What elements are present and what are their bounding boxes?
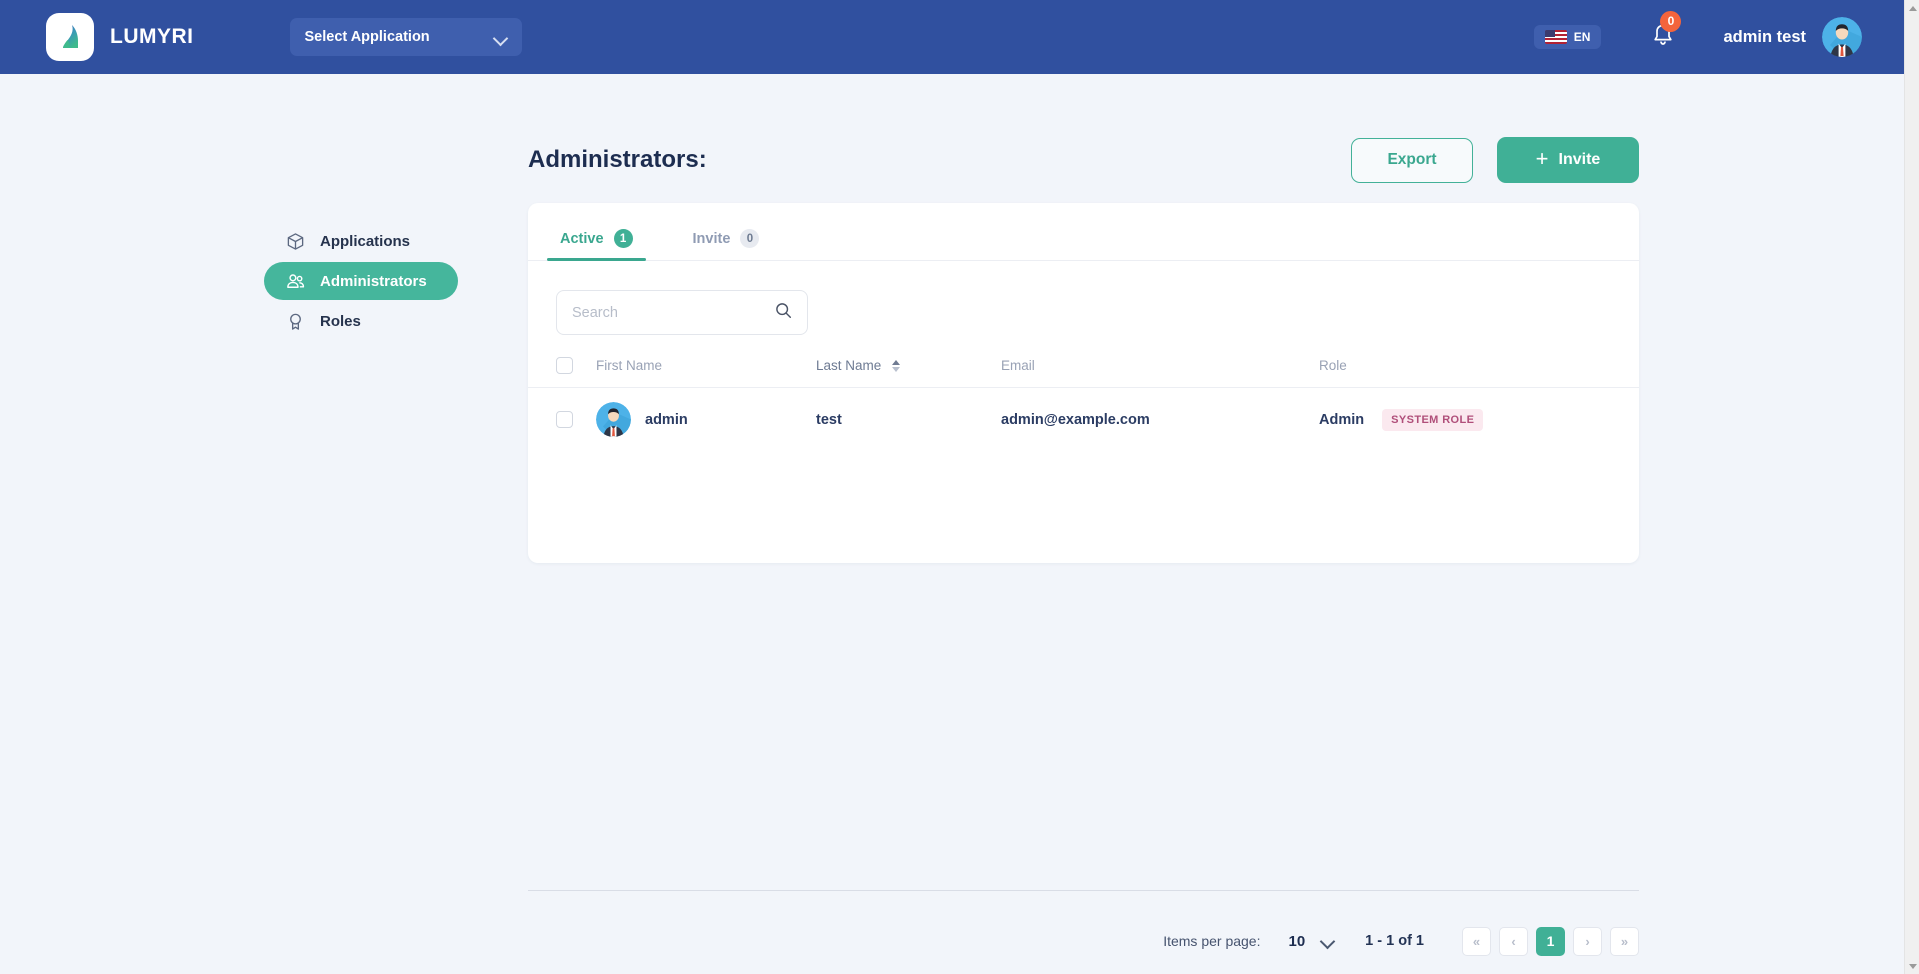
lumyri-leaf-logo-icon xyxy=(46,13,94,61)
app-root: LUMYRI Select Application EN 0 admin tes… xyxy=(0,0,1919,974)
page-actions: Export + Invite xyxy=(1351,137,1639,183)
items-per-page-value[interactable]: 10 xyxy=(1288,933,1305,950)
column-header-last-name-label: Last Name xyxy=(816,358,882,373)
scroll-down-icon[interactable] xyxy=(1905,958,1919,974)
language-code: EN xyxy=(1573,30,1591,44)
export-button-label: Export xyxy=(1387,151,1437,168)
sidebar: Applications Administrators Roles xyxy=(264,222,464,342)
users-icon xyxy=(284,270,306,292)
row-first-name: admin xyxy=(645,411,688,428)
chevron-down-icon xyxy=(494,31,507,44)
tab-label: Active xyxy=(560,230,604,247)
tabs: Active 1 Invite 0 xyxy=(528,203,1639,261)
cell-first-name: admin xyxy=(596,388,816,452)
first-page-button[interactable]: « xyxy=(1462,926,1491,956)
user-name[interactable]: admin test xyxy=(1723,28,1806,47)
sidebar-item-label: Roles xyxy=(320,312,361,330)
column-header-first-name[interactable]: First Name xyxy=(596,357,816,388)
app-select-dropdown[interactable]: Select Application xyxy=(289,18,522,56)
tab-label: Invite xyxy=(692,230,731,247)
language-selector[interactable]: EN xyxy=(1533,25,1602,49)
footer-divider xyxy=(528,890,1639,891)
table-row[interactable]: admin test admin@example.com Admin SYSTE… xyxy=(528,388,1639,452)
column-header-email[interactable]: Email xyxy=(1001,357,1319,388)
tab-active[interactable]: Active 1 xyxy=(547,229,646,261)
page-title: Administrators: xyxy=(528,146,707,173)
page-scrollbar[interactable] xyxy=(1904,0,1919,974)
box-icon xyxy=(284,230,306,252)
row-select-cell xyxy=(528,388,596,452)
page-button-1[interactable]: 1 xyxy=(1536,926,1565,956)
us-flag-icon xyxy=(1544,30,1567,44)
notifications-button[interactable]: 0 xyxy=(1651,10,1682,53)
table-header-row: First Name Last Name Email Role xyxy=(528,357,1639,388)
search-box[interactable] xyxy=(556,290,808,335)
pagination: Items per page: 10 1 - 1 of 1 « ‹ 1 › » xyxy=(528,924,1639,958)
sidebar-item-label: Administrators xyxy=(320,272,427,290)
next-page-button[interactable]: › xyxy=(1573,926,1602,956)
sidebar-item-applications[interactable]: Applications xyxy=(264,222,464,260)
tab-badge: 1 xyxy=(613,229,633,248)
items-per-page-label: Items per page: xyxy=(1163,933,1261,949)
search-icon[interactable] xyxy=(775,302,792,324)
invite-button-label: Invite xyxy=(1558,151,1601,168)
sort-icon[interactable] xyxy=(892,360,901,373)
status-badge: SYSTEM ROLE xyxy=(1382,408,1484,431)
pager-buttons: « ‹ 1 › » xyxy=(1462,926,1639,956)
sidebar-item-roles[interactable]: Roles xyxy=(264,302,464,340)
row-email: admin@example.com xyxy=(1001,411,1150,428)
avatar[interactable] xyxy=(1822,17,1862,57)
sidebar-item-label: Applications xyxy=(320,232,411,250)
notification-count-badge: 0 xyxy=(1660,10,1682,32)
search-input[interactable] xyxy=(572,304,775,321)
prev-page-button[interactable]: ‹ xyxy=(1499,926,1528,956)
export-button[interactable]: Export xyxy=(1351,137,1473,183)
tab-invite[interactable]: Invite 0 xyxy=(689,229,764,260)
admins-card: Active 1 Invite 0 Search First Name Last… xyxy=(528,203,1639,563)
chevron-down-icon[interactable] xyxy=(1321,934,1335,948)
plus-icon: + xyxy=(1535,146,1549,171)
row-last-name: test xyxy=(816,411,842,428)
cell-role: Admin SYSTEM ROLE xyxy=(1319,388,1639,452)
header-right-cluster: EN 0 admin test xyxy=(1533,10,1904,57)
row-role: Admin xyxy=(1319,411,1365,428)
sidebar-item-administrators[interactable]: Administrators xyxy=(264,262,458,300)
administrators-table: First Name Last Name Email Role admin te… xyxy=(528,357,1639,451)
select-all-header xyxy=(528,357,596,388)
column-header-role[interactable]: Role xyxy=(1319,357,1639,388)
brand-name: LUMYRI xyxy=(110,25,194,48)
last-page-button[interactable]: » xyxy=(1610,926,1639,956)
pagination-range: 1 - 1 of 1 xyxy=(1365,933,1424,949)
row-checkbox[interactable] xyxy=(556,411,573,428)
award-icon xyxy=(284,310,306,332)
brand[interactable]: LUMYRI xyxy=(46,13,194,61)
page-header-row: Administrators: Export + Invite xyxy=(528,136,1639,184)
app-select-label: Select Application xyxy=(304,29,430,45)
tab-badge: 0 xyxy=(740,229,760,248)
invite-button[interactable]: + Invite xyxy=(1497,137,1639,183)
row-avatar xyxy=(596,402,631,437)
select-all-checkbox[interactable] xyxy=(556,357,573,374)
scroll-up-icon[interactable] xyxy=(1905,0,1919,16)
column-header-last-name[interactable]: Last Name xyxy=(816,357,1001,388)
app-header: LUMYRI Select Application EN 0 admin tes… xyxy=(0,0,1904,74)
